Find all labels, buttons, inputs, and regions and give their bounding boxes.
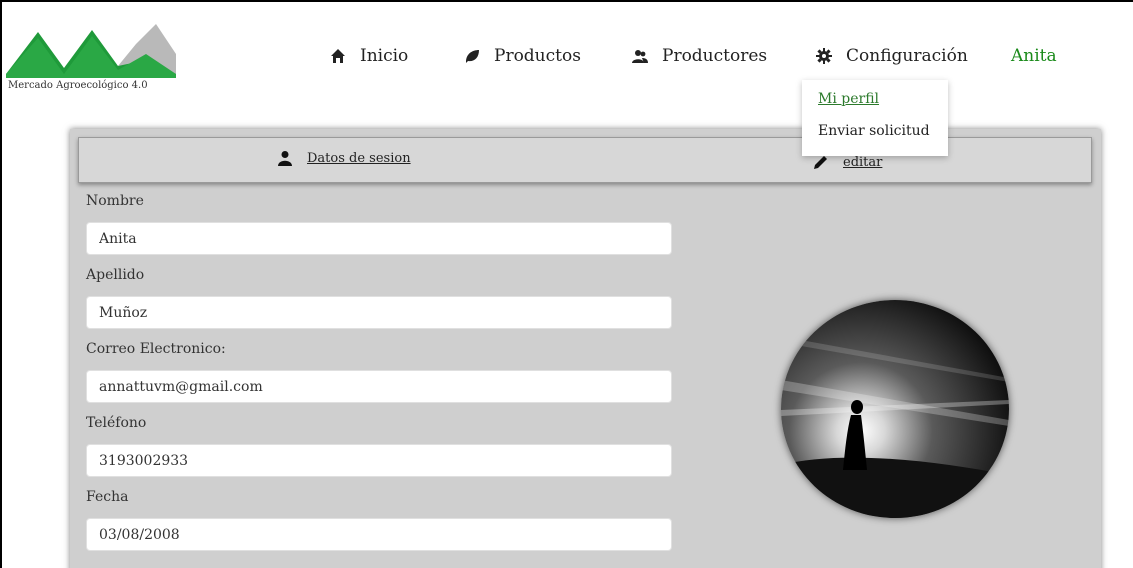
user-icon xyxy=(277,150,293,166)
dropdown-item-mi-perfil[interactable]: Mi perfil xyxy=(818,91,879,107)
nav-label: Productos xyxy=(494,46,581,66)
avatar xyxy=(781,300,1009,518)
nav-item-inicio[interactable]: Inicio xyxy=(330,46,408,66)
fecha-field[interactable] xyxy=(86,518,672,551)
logo-text: Mercado Agroecológico 4.0 xyxy=(8,80,148,91)
nav-label: Inicio xyxy=(360,46,409,66)
dropdown-item-enviar-solicitud[interactable]: Enviar solicitud xyxy=(818,123,930,139)
tab-editar[interactable]: editar xyxy=(813,154,882,170)
leaf-icon xyxy=(464,48,480,64)
label-nombre: Nombre xyxy=(86,193,144,209)
label-fecha: Fecha xyxy=(86,489,129,505)
nav-label: Configuración xyxy=(846,46,968,66)
header: Mercado Agroecológico 4.0 Inicio Product… xyxy=(0,0,1133,112)
tab-label: Datos de sesion xyxy=(307,150,411,166)
tab-label: editar xyxy=(843,154,883,170)
nav-item-configuracion[interactable]: Configuración xyxy=(816,46,968,66)
nav-user-name[interactable]: Anita xyxy=(1011,46,1057,66)
home-icon xyxy=(330,48,346,64)
pencil-icon xyxy=(813,154,829,170)
tab-datos-de-sesion[interactable]: Datos de sesion xyxy=(277,150,411,166)
profile-panel: Datos de sesion editar Nombre Apellido C… xyxy=(70,129,1101,568)
gear-icon xyxy=(816,48,832,64)
telefono-field[interactable] xyxy=(86,444,672,477)
nav-item-productores[interactable]: Productores xyxy=(632,46,767,66)
label-correo: Correo Electronico: xyxy=(86,341,226,357)
nombre-field[interactable] xyxy=(86,222,672,255)
users-icon xyxy=(632,48,648,64)
label-apellido: Apellido xyxy=(86,267,145,283)
email-field[interactable] xyxy=(86,370,672,403)
apellido-field[interactable] xyxy=(86,296,672,329)
config-dropdown: Mi perfil Enviar solicitud xyxy=(802,80,948,156)
nav-label: Productores xyxy=(662,46,768,66)
nav-item-productos[interactable]: Productos xyxy=(464,46,581,66)
label-telefono: Teléfono xyxy=(86,415,147,431)
main-nav: Inicio Productos Productores Configuraci… xyxy=(0,46,1133,76)
